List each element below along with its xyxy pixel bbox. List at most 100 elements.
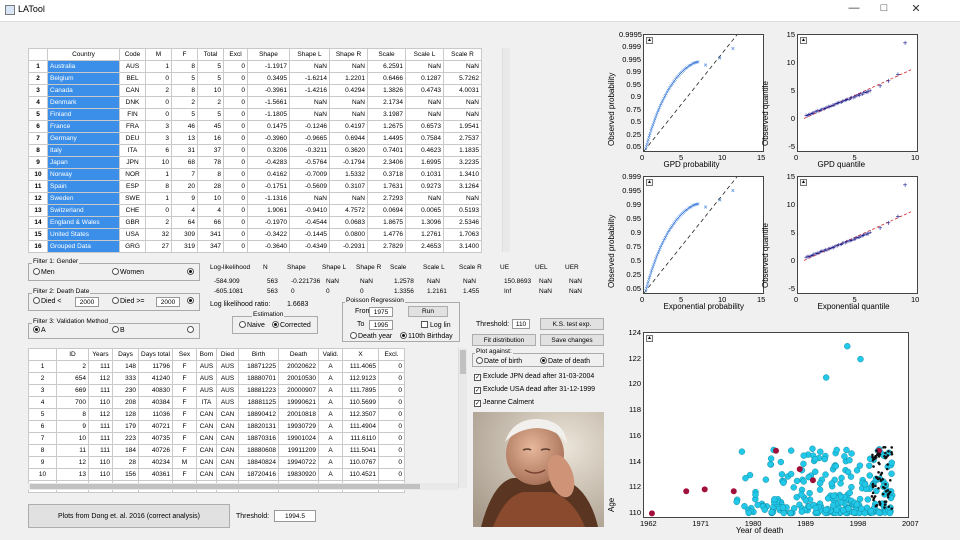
table-cell[interactable]: NaN [444,193,482,205]
table-cell[interactable]: 5 [198,109,224,121]
table-cell[interactable]: F [173,469,197,481]
table-cell[interactable]: 0.1031 [406,169,444,181]
table-cell[interactable]: 0 [146,73,172,85]
table-cell[interactable]: 0 [146,205,172,217]
countries-col-header[interactable]: Total [198,49,224,61]
table-cell[interactable]: JPN [120,157,146,169]
table-cell[interactable]: 2.7537 [444,133,482,145]
country-cell[interactable]: France [48,121,120,133]
table-cell[interactable]: NaN [406,97,444,109]
table-cell[interactable]: 1.1835 [444,145,482,157]
table-cell[interactable]: 0 [224,85,248,97]
table-cell[interactable]: 37 [198,145,224,157]
age-vs-death-year-plot[interactable]: ▲ [643,332,909,518]
table-cell[interactable]: 8 [198,169,224,181]
poisson-to-input[interactable]: 1995 [369,320,393,330]
table-cell[interactable]: 2 [146,85,172,97]
table-cell[interactable]: 1.2675 [368,121,406,133]
people-col-header[interactable]: X [343,349,379,361]
countries-row[interactable]: 6 France FRA 3 46 45 0 0.1475 -0.1246 0.4197 1.267… [29,121,482,133]
table-cell[interactable]: 0 [224,217,248,229]
table-cell[interactable]: 128 [113,409,139,421]
people-vscroll-thumb[interactable] [460,350,466,374]
table-cell[interactable]: -1.6214 [290,73,330,85]
table-cell[interactable]: 111.5041 [343,445,379,457]
table-cell[interactable]: NOR [120,169,146,181]
table-cell[interactable]: -0.5764 [290,157,330,169]
died-after-input[interactable]: 2000 [156,297,180,307]
bottom-threshold-input[interactable]: 1994.5 [274,510,316,522]
people-col-header[interactable]: Days [113,349,139,361]
table-cell[interactable]: 110.4521 [343,469,379,481]
table-cell[interactable]: 654 [57,373,89,385]
minimize-button[interactable]: — [846,2,862,14]
table-cell[interactable]: 2.4653 [406,241,444,253]
countries-col-header[interactable]: Country [48,49,120,61]
people-hscroll-thumb[interactable] [30,484,420,489]
table-cell[interactable]: 0 [224,205,248,217]
plot-toolbar-icon[interactable]: ▲ [646,335,653,342]
plot-toolbar-icon[interactable]: ▲ [646,179,653,186]
table-cell[interactable]: 40234 [139,457,173,469]
countries-row[interactable]: 3 Canada CAN 2 8 10 0 -0.3961 -1.4216 0.4294 1.382… [29,85,482,97]
table-cell[interactable]: 20 [172,181,198,193]
table-cell[interactable]: 12 [57,457,89,469]
plot-toolbar-icon[interactable]: ▲ [646,37,653,44]
filter-died-after-radio[interactable]: Died >= [112,297,145,305]
people-col-header[interactable]: Death [279,349,319,361]
countries-col-header[interactable]: Excl [224,49,248,61]
table-cell[interactable]: -1.1316 [248,193,290,205]
table-cell[interactable]: AUS [197,361,217,373]
exponential-quantile-plot[interactable]: + + + + + + + + + + + + + + + + + + + + + + + + + + + + + + + + + + + + + + + +… [797,176,918,294]
country-cell[interactable]: Spain [48,181,120,193]
table-cell[interactable]: 18820131 [239,421,279,433]
country-cell[interactable]: Japan [48,157,120,169]
table-cell[interactable]: 19830920 [279,469,319,481]
table-cell[interactable]: 0 [224,97,248,109]
table-cell[interactable]: -0.7009 [290,169,330,181]
table-cell[interactable]: 156 [113,469,139,481]
table-cell[interactable]: 0 [224,145,248,157]
countries-row[interactable]: 14 England & Wales GBR 2 64 66 0 -0.1970 -0.4544… [29,217,482,229]
table-cell[interactable]: 0 [224,229,248,241]
table-cell[interactable]: 112.3507 [343,409,379,421]
table-cell[interactable]: A [319,469,343,481]
maximize-button[interactable]: □ [876,2,892,14]
table-cell[interactable]: F [173,397,197,409]
table-cell[interactable]: ESP [120,181,146,193]
table-cell[interactable]: BEL [120,73,146,85]
jeanne-calment-checkbox[interactable]: ✓ Jeanne Calment [474,399,534,407]
countries-row[interactable]: 13 Switzerland CHE 0 4 4 0 1.9061 -0.9410 4.7572 0… [29,205,482,217]
filter-validation-a-radio[interactable]: A [33,326,46,334]
people-row[interactable]: 7 10 111 223 40735 F CAN CAN 18870316 19901024 A 11… [29,433,405,445]
countries-row[interactable]: 2 Belgium BEL 0 5 5 0 0.3495 -1.6214 1.2201 0.6466… [29,73,482,85]
countries-row[interactable]: 8 Italy ITA 6 31 37 0 0.3206 -0.3211 0.3620 0.7401… [29,145,482,157]
table-cell[interactable]: 0.0065 [406,205,444,217]
table-cell[interactable]: 110 [89,469,113,481]
poisson-death-year-radio[interactable]: Death year [350,332,392,340]
exclude-usa-checkbox[interactable]: ✓ Exclude USA dead after 31-12-1999 [474,386,595,394]
table-cell[interactable]: 8 [172,85,198,97]
table-cell[interactable]: 0.4623 [406,145,444,157]
filter-validation-b-radio[interactable]: B [112,326,125,334]
table-cell[interactable]: 10 [198,193,224,205]
table-cell[interactable]: DNK [120,97,146,109]
countries-row[interactable]: 7 Germany DEU 3 13 16 0 -0.3960 -0.9665 0.6944 1.4… [29,133,482,145]
table-cell[interactable]: F [173,421,197,433]
table-cell[interactable]: 2 [198,97,224,109]
table-cell[interactable]: 0.3107 [330,181,368,193]
table-cell[interactable]: 18720416 [239,469,279,481]
table-cell[interactable]: NaN [290,109,330,121]
table-cell[interactable]: 2.3406 [368,157,406,169]
table-cell[interactable]: 0 [379,445,405,457]
table-cell[interactable]: NaN [290,61,330,73]
people-row[interactable]: 2 654 112 333 41240 F AUS AUS 18880701 20010530 A 1… [29,373,405,385]
table-cell[interactable]: 40735 [139,433,173,445]
table-cell[interactable]: NaN [330,61,368,73]
table-cell[interactable]: 223 [113,433,139,445]
people-row[interactable]: 9 12 110 28 40234 M CAN CAN 18840824 19940722 A 110… [29,457,405,469]
table-cell[interactable]: AUS [217,373,239,385]
table-cell[interactable]: 2 [172,97,198,109]
table-cell[interactable]: 2.7829 [368,241,406,253]
table-cell[interactable]: AUS [197,373,217,385]
